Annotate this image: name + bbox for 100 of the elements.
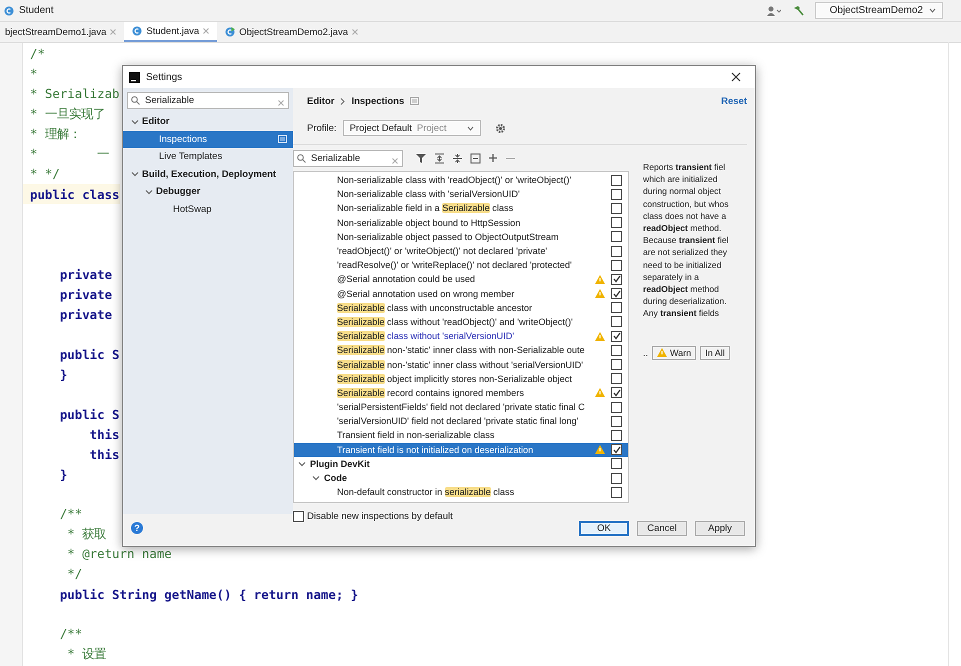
help-icon[interactable]: ? [131, 522, 143, 534]
profile-dropdown[interactable]: Project Default Project [342, 120, 481, 136]
checkbox[interactable] [611, 444, 622, 456]
checkbox[interactable] [611, 274, 622, 285]
dialog-button[interactable]: Apply [695, 520, 745, 536]
settings-tree-item[interactable]: Build, Execution, Deployment [123, 166, 293, 183]
checkbox[interactable] [611, 387, 622, 398]
settings-tree-item[interactable]: Debugger [123, 183, 293, 200]
warning-icon [595, 388, 605, 398]
checkbox[interactable] [611, 430, 622, 441]
checkbox[interactable] [611, 402, 622, 413]
checkbox[interactable] [611, 288, 622, 300]
hammer-icon[interactable] [792, 4, 804, 16]
settings-tree-item[interactable]: Inspections [123, 130, 293, 148]
checkbox[interactable] [611, 373, 622, 384]
inspection-row[interactable]: Non-default constructor in serializable class [294, 485, 628, 500]
inspection-row[interactable]: Serializable class without 'readObject()' and 'writeObject()' [294, 314, 628, 330]
checkbox[interactable] [611, 174, 622, 186]
code-line: private [58, 286, 112, 304]
inspection-row[interactable]: Serializable record contains ignored members [294, 386, 628, 400]
warning-icon [595, 332, 605, 341]
inspection-row[interactable]: Transient field in non-serializable class [294, 428, 628, 443]
caret-icon[interactable] [929, 8, 936, 13]
inspection-row[interactable]: Non-serializable field in a Serializable class [294, 201, 628, 216]
checkbox[interactable] [611, 316, 622, 328]
expand-all-icon[interactable] [434, 152, 445, 164]
scope-dropdown[interactable]: In All [700, 346, 730, 360]
inspection-group-row[interactable]: Code [294, 470, 628, 486]
dialog-title: Settings [146, 72, 184, 82]
inspection-row[interactable]: Serializable class with unconstructable ancestor [294, 300, 628, 315]
inspection-row[interactable]: 'readResolve()' or 'writeReplace()' not declared 'protected' [294, 258, 628, 272]
inspection-row[interactable]: 'serialPersistentFields' field not declared 'private static final C [294, 400, 628, 414]
inspection-row[interactable]: 'serialVersionUID' field not declared 'private static final long' [294, 414, 628, 428]
comment-line: * 一旦实现了 [30, 105, 105, 123]
comment-line: * [30, 65, 38, 83]
inspection-row[interactable]: Non-serializable class with 'serialVersionUID' [294, 187, 628, 202]
checkbox[interactable] [611, 472, 622, 484]
checkbox[interactable] [611, 344, 622, 356]
project-title: Student [19, 5, 54, 16]
checkbox[interactable] [611, 330, 622, 342]
breadcrumb-item[interactable]: Editor [307, 96, 334, 106]
checkbox[interactable] [293, 511, 304, 522]
checkbox[interactable] [611, 458, 622, 470]
inspection-row[interactable]: Serializable non-'static' inner class with non-Serializable oute [294, 343, 628, 358]
inspection-row[interactable]: Non-serializable class with 'readObject()' or 'writeObject()' [294, 173, 628, 188]
comment-line: * 一 [30, 145, 110, 163]
inspection-row[interactable]: 'readObject()' or 'writeObject()' not declared 'private' [294, 244, 628, 258]
user-icon[interactable] [766, 6, 781, 16]
settings-icon[interactable] [494, 122, 506, 134]
editor-tab[interactable]: ObjectStreamDemo2.java [217, 22, 366, 42]
inspection-row[interactable]: Transient field is not initialized on deserialization [294, 442, 628, 457]
inspection-row[interactable]: Serializable class without 'serialVersionUID' [294, 329, 628, 344]
breadcrumb-item[interactable]: Inspections [351, 96, 404, 106]
checkbox[interactable] [611, 202, 622, 214]
close-icon[interactable] [731, 72, 741, 82]
comment-line: * Serializab [30, 85, 120, 103]
checkbox[interactable] [611, 188, 622, 200]
inspection-row[interactable]: Non-serializable object bound to HttpSession [294, 216, 628, 230]
inspection-row[interactable]: Serializable object implicitly stores non-Serializable object [294, 372, 628, 386]
reset-link[interactable]: Reset [721, 96, 747, 106]
inspection-group-row[interactable]: Plugin DevKit [294, 456, 628, 471]
collapse-icon[interactable] [470, 152, 481, 164]
editor-tab[interactable]: bjectStreamDemo1.java [0, 22, 124, 42]
class-icon [225, 27, 236, 37]
search-icon [297, 154, 306, 162]
caret-icon[interactable] [466, 126, 474, 130]
severity-dropdown[interactable]: Warn [652, 346, 696, 360]
checkbox[interactable] [611, 260, 622, 271]
checkbox[interactable] [611, 217, 622, 228]
checkbox-label: Disable new inspections by default [307, 511, 453, 522]
checkbox[interactable] [611, 302, 622, 314]
inspection-row[interactable]: @Serial annotation used on wrong member [294, 286, 628, 301]
inspection-filter-field[interactable]: Serializable [293, 150, 403, 166]
inspection-row[interactable]: @Serial annotation could be used [294, 272, 628, 286]
code-line: public S [58, 346, 120, 364]
run-configuration-dropdown[interactable]: ObjectStreamDemo2 [814, 2, 943, 19]
settings-tree-item[interactable]: HotSwap [123, 200, 293, 218]
dialog-button[interactable]: OK [579, 520, 629, 536]
search-icon [131, 96, 140, 105]
code-line: this [88, 426, 120, 444]
filter-icon[interactable] [416, 152, 427, 164]
checkbox[interactable] [611, 359, 622, 370]
add-icon[interactable] [488, 152, 499, 164]
checkbox[interactable] [611, 231, 622, 242]
editor-tab[interactable]: Student.java [124, 22, 218, 42]
settings-tree-item[interactable]: Editor [123, 113, 293, 130]
comment-line: */ [66, 565, 82, 583]
dialog-button[interactable]: Cancel [637, 520, 687, 536]
checkbox[interactable] [611, 486, 622, 498]
class-icon [4, 6, 14, 16]
checkbox[interactable] [611, 246, 622, 257]
settings-tree-item[interactable]: Live Templates [123, 148, 293, 166]
collapse-all-icon[interactable] [452, 152, 463, 164]
description-text: Reports transient fiel which are initialized during normal object construction, but whos class does not have a readObject method. Because transient fiel are not serialized they need to be initialized separately in a readObject method during deserialization. Any transient fields [643, 161, 729, 320]
comment-line: * @return name [66, 545, 172, 563]
checkbox[interactable] [611, 416, 622, 427]
inspection-row[interactable]: Non-serializable object passed to ObjectOutputStream [294, 230, 628, 244]
code-line: public String getName() { return name; } [58, 586, 358, 604]
inspection-row[interactable]: Serializable non-'static' inner class without 'serialVersionUID' [294, 357, 628, 372]
settings-search-field[interactable]: Serializable [127, 92, 289, 109]
